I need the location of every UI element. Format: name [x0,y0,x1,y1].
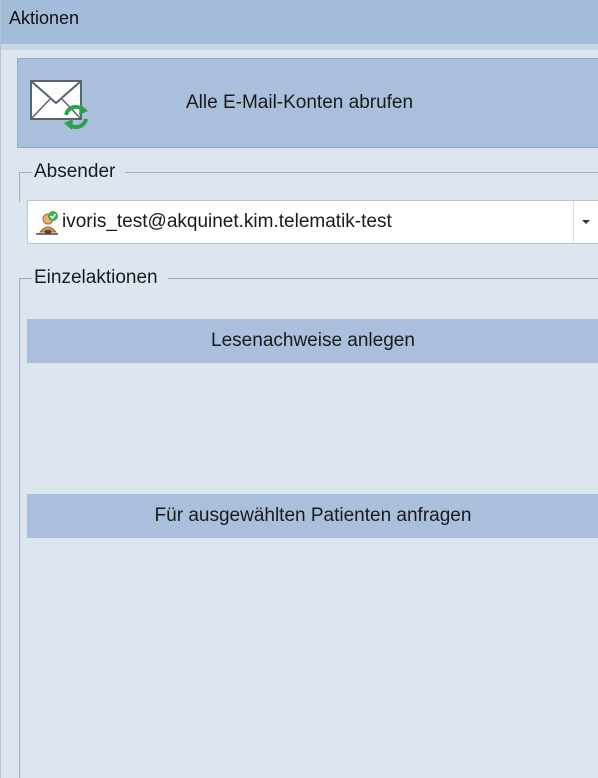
sender-group-legend: Absender [32,160,126,184]
sender-select[interactable]: ivoris_test@akquinet.kim.telematik-test [27,200,598,244]
actions-panel: Aktionen Alle E-Mail-Konten abrufen Abse… [0,0,598,778]
fetch-all-mail-accounts-button[interactable]: Alle E-Mail-Konten abrufen [17,58,598,148]
panel-title: Aktionen [9,8,80,28]
mail-refresh-icon [30,80,88,130]
sender-groupbox: Absender [19,160,598,202]
header-divider [1,44,598,50]
sender-value: ivoris_test@akquinet.kim.telematik-test [62,211,392,232]
user-connected-icon [36,211,58,235]
single-actions-group-legend: Einzelaktionen [32,266,168,290]
chevron-down-icon[interactable] [573,201,598,243]
fetch-all-mail-accounts-label: Alle E-Mail-Konten abrufen [186,92,414,113]
create-read-receipts-button[interactable]: Lesenachweise anlegen [27,319,598,363]
request-for-selected-patient-button[interactable]: Für ausgewählten Patienten anfragen [27,494,598,538]
panel-header: Aktionen [1,0,598,44]
